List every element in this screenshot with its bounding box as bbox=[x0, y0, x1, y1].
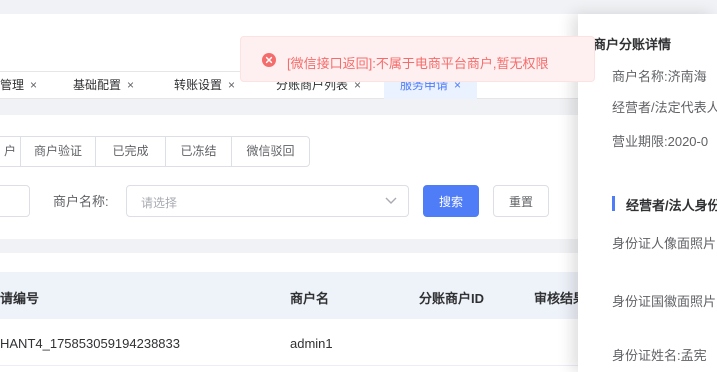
status-filter-label: 已冻结 bbox=[180, 144, 217, 158]
application-no-input[interactable] bbox=[0, 185, 30, 217]
error-toast: [微信接口返回]:不属于电商平台商户,暂无权限 bbox=[240, 36, 595, 82]
status-filter-merchant-verify[interactable]: 商户验证 bbox=[20, 136, 96, 167]
tab-management[interactable]: 管理 × bbox=[0, 72, 37, 99]
cell-application-no: HANT4_175853059194238833 bbox=[0, 336, 180, 351]
merchant-split-detail-drawer: 商户分账详情 商户名称:济南海 经营者/法定代表人 营业期限:2020-0 经营… bbox=[578, 14, 717, 372]
merchant-name-label: 商户名称: bbox=[53, 194, 109, 209]
id-name-field: 身份证姓名:孟宪 bbox=[612, 348, 707, 363]
error-circle-icon bbox=[262, 53, 276, 67]
reset-button[interactable]: 重置 bbox=[493, 185, 549, 217]
legal-representative-field: 经营者/法定代表人 bbox=[612, 100, 717, 115]
close-icon[interactable]: × bbox=[30, 78, 37, 92]
column-header-split-merchant-id: 分账商户ID bbox=[419, 291, 485, 306]
status-filter-completed[interactable]: 已完成 bbox=[95, 136, 166, 167]
close-icon[interactable]: × bbox=[228, 78, 235, 92]
tab-transfer-settings[interactable]: 转账设置 × bbox=[174, 72, 235, 99]
column-header-merchant-name: 商户名 bbox=[290, 291, 330, 306]
close-icon[interactable]: × bbox=[127, 78, 134, 92]
id-front-photo-field: 身份证人像面照片 bbox=[612, 236, 717, 251]
status-filter-partial[interactable]: 户 bbox=[0, 136, 21, 167]
merchant-name-select[interactable]: 请选择 bbox=[126, 185, 409, 217]
tab-label: 转账设置 bbox=[174, 78, 223, 92]
merchant-name-field: 商户名称:济南海 bbox=[612, 69, 707, 84]
drawer-title: 商户分账详情 bbox=[593, 37, 672, 52]
tab-label: 管理 bbox=[0, 78, 25, 92]
column-header-application-no: 请编号 bbox=[0, 291, 40, 306]
merchant-name-placeholder: 请选择 bbox=[141, 196, 178, 210]
business-term-field: 营业期限:2020-0 bbox=[612, 134, 709, 149]
chevron-down-icon bbox=[385, 197, 397, 204]
status-filter-label: 商户验证 bbox=[33, 144, 82, 158]
id-back-photo-field: 身份证国徽面照片 bbox=[612, 294, 717, 309]
status-filter-label: 已完成 bbox=[112, 144, 149, 158]
tab-label: 基础配置 bbox=[73, 78, 122, 92]
status-filter-frozen[interactable]: 已冻结 bbox=[165, 136, 232, 167]
section-title-operator-id: 经营者/法人身份 bbox=[612, 195, 717, 214]
top-strip bbox=[0, 0, 717, 14]
status-filter-label: 户 bbox=[3, 144, 16, 158]
search-button[interactable]: 搜索 bbox=[423, 185, 479, 217]
tab-basic-config[interactable]: 基础配置 × bbox=[73, 72, 134, 99]
status-filter-label: 微信驳回 bbox=[246, 144, 295, 158]
cell-merchant-name: admin1 bbox=[290, 336, 333, 351]
status-filter-wechat-rejected[interactable]: 微信驳回 bbox=[231, 136, 310, 167]
error-toast-message: [微信接口返回]:不属于电商平台商户,暂无权限 bbox=[287, 56, 549, 71]
